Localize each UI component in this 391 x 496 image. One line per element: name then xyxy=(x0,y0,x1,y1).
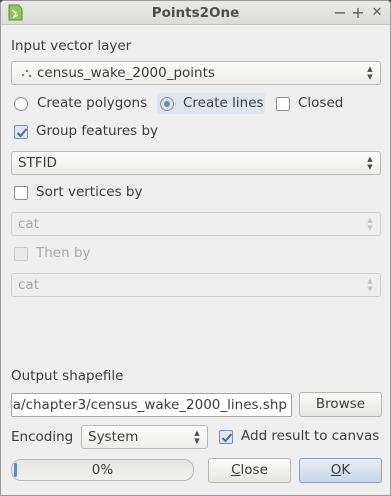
group-features-label: Group features by xyxy=(36,123,159,139)
combo-arrows-icon: ▲ ▼ xyxy=(367,155,373,171)
then-by-checkbox xyxy=(14,247,28,261)
then-by-field-value: cat xyxy=(18,277,39,293)
add-result-checkbox[interactable] xyxy=(219,430,233,444)
check-icon xyxy=(221,433,233,443)
input-layer-label: Input vector layer xyxy=(11,38,132,54)
closed-label: Closed xyxy=(298,95,344,111)
combo-arrows-icon: ▲ ▼ xyxy=(367,65,373,81)
output-path-input[interactable]: a/chapter3/census_wake_2000_lines.shp xyxy=(11,393,292,417)
closed-checkbox[interactable] xyxy=(276,97,290,111)
combo-arrows-icon: ▲ ▼ xyxy=(367,277,373,293)
maximize-button[interactable]: + xyxy=(348,3,368,23)
points-layer-icon xyxy=(21,69,32,78)
then-by-label: Then by xyxy=(36,245,91,261)
output-shapefile-label: Output shapefile xyxy=(11,368,124,384)
sort-vertices-checkbox[interactable] xyxy=(14,186,28,200)
title-bar[interactable]: Points2One − + ✕ xyxy=(1,1,390,25)
then-by-field-combo: cat ▲ ▼ xyxy=(11,273,381,297)
create-lines-label: Create lines xyxy=(183,95,264,111)
ok-rest: K xyxy=(341,462,351,478)
progress-text: 0% xyxy=(91,462,114,478)
combo-arrows-icon: ▲ ▼ xyxy=(367,216,373,232)
check-icon xyxy=(16,128,28,138)
create-polygons-label: Create polygons xyxy=(37,95,148,111)
browse-button[interactable]: Browse xyxy=(299,392,382,417)
create-polygons-radio[interactable] xyxy=(14,97,28,111)
collapse-button[interactable]: − xyxy=(330,3,350,23)
close-window-button[interactable]: ✕ xyxy=(367,3,387,23)
ok-mnemonic: O xyxy=(330,462,342,478)
encoding-combo[interactable]: System ▲ ▼ xyxy=(81,425,208,449)
sort-vertices-label: Sort vertices by xyxy=(36,184,143,200)
create-lines-radio[interactable] xyxy=(160,97,174,111)
combo-arrows-icon: ▲ ▼ xyxy=(194,429,200,445)
input-layer-combo[interactable]: census_wake_2000_points ▲ ▼ xyxy=(11,61,381,85)
add-result-label: Add result to canvas xyxy=(241,428,380,444)
close-rest: lose xyxy=(240,462,268,478)
progress-bar: 0% xyxy=(11,459,194,481)
output-path-value: a/chapter3/census_wake_2000_lines.shp xyxy=(12,397,287,413)
sort-field-combo: cat ▲ ▼ xyxy=(11,212,381,236)
points2one-dialog: Points2One − + ✕ Input vector layer cens… xyxy=(0,0,391,496)
group-field-combo[interactable]: STFID ▲ ▼ xyxy=(11,151,381,175)
sort-field-value: cat xyxy=(18,216,39,232)
encoding-value: System xyxy=(88,429,139,445)
input-layer-value: census_wake_2000_points xyxy=(37,65,215,81)
group-field-value: STFID xyxy=(18,155,57,171)
encoding-label: Encoding xyxy=(11,429,74,445)
ok-button[interactable]: OK xyxy=(299,458,382,483)
close-mnemonic: C xyxy=(231,462,241,478)
group-features-checkbox[interactable] xyxy=(14,125,28,139)
close-button[interactable]: Close xyxy=(208,458,291,483)
